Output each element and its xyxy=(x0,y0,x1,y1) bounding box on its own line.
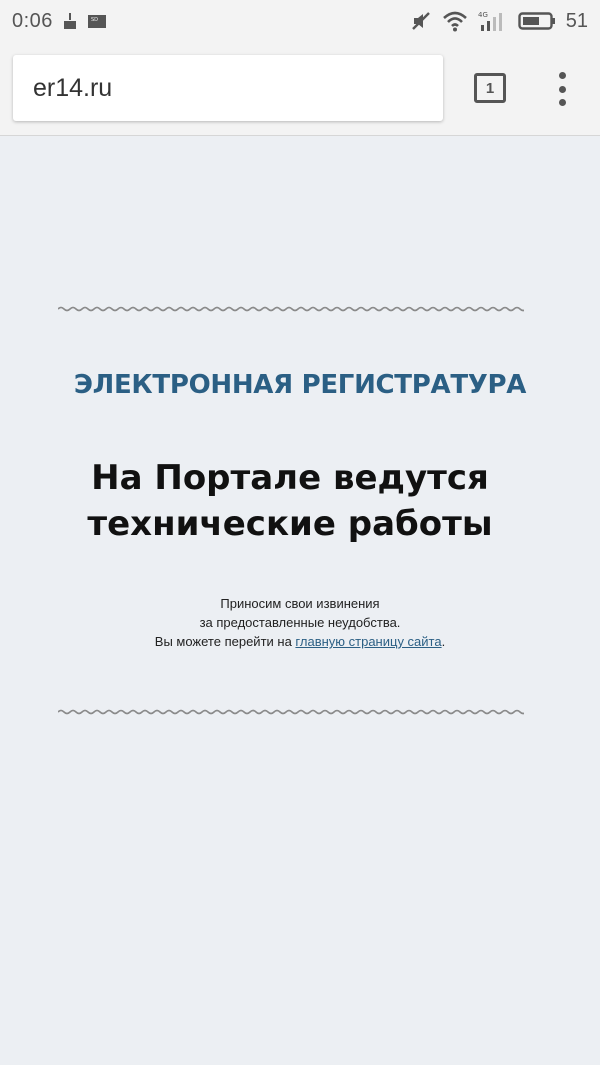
menu-dot xyxy=(558,85,566,93)
sd-card-icon: SD xyxy=(87,13,107,29)
home-page-link[interactable]: главную страницу сайта xyxy=(295,634,441,649)
battery-level: 51 xyxy=(565,9,588,32)
wifi-icon xyxy=(442,10,468,32)
wave-divider-top xyxy=(58,306,524,312)
tab-count: 1 xyxy=(485,79,495,97)
status-right: 4G 51 xyxy=(410,10,588,33)
notice-line-3: Вы можете перейти на главную страницу са… xyxy=(0,632,600,651)
network-label: 4G xyxy=(478,11,488,19)
url-text: er14.ru xyxy=(33,73,113,102)
cleaner-icon xyxy=(61,12,79,30)
notice-line-3-prefix: Вы можете перейти на xyxy=(154,634,296,649)
status-left: 0:06 SD xyxy=(12,10,107,33)
menu-dot xyxy=(558,72,566,79)
headline: На Портале ведутся технические работы xyxy=(40,455,540,547)
signal-icon: 4G xyxy=(478,10,508,32)
battery-icon xyxy=(518,11,556,31)
screen: 0:06 SD 4G 51 er14.ru 1 ЭЛЕКТРОННАЯ РЕГИ… xyxy=(0,0,600,1065)
wave-path xyxy=(58,709,524,715)
status-bar: 0:06 SD 4G 51 xyxy=(0,0,600,42)
notice-line-3-suffix: . xyxy=(441,634,446,649)
maintenance-page: ЭЛЕКТРОННАЯ РЕГИСТРАТУРА На Портале веду… xyxy=(0,137,600,1065)
notice-line-2: за предоставленные неудобства. xyxy=(199,615,401,630)
brand-title: ЭЛЕКТРОННАЯ РЕГИСТРАТУРА xyxy=(73,370,527,400)
wave-path xyxy=(58,306,524,312)
status-time: 0:06 xyxy=(12,9,53,32)
apology-notice: Приносим свои извинения за предоставленн… xyxy=(0,594,600,651)
url-bar[interactable]: er14.ru xyxy=(13,55,443,121)
headline-line-1: На Портале ведутся xyxy=(91,458,489,498)
menu-dot xyxy=(558,99,566,106)
tab-switcher-button[interactable]: 1 xyxy=(474,73,506,103)
notice-line-1: Приносим свои извинения xyxy=(220,596,380,611)
overflow-menu-button[interactable] xyxy=(548,72,576,106)
svg-text:SD: SD xyxy=(91,17,98,23)
muted-icon xyxy=(410,10,432,32)
wave-divider-bottom xyxy=(58,709,524,715)
browser-toolbar: er14.ru 1 xyxy=(0,42,600,136)
headline-line-2: технические работы xyxy=(87,504,493,544)
